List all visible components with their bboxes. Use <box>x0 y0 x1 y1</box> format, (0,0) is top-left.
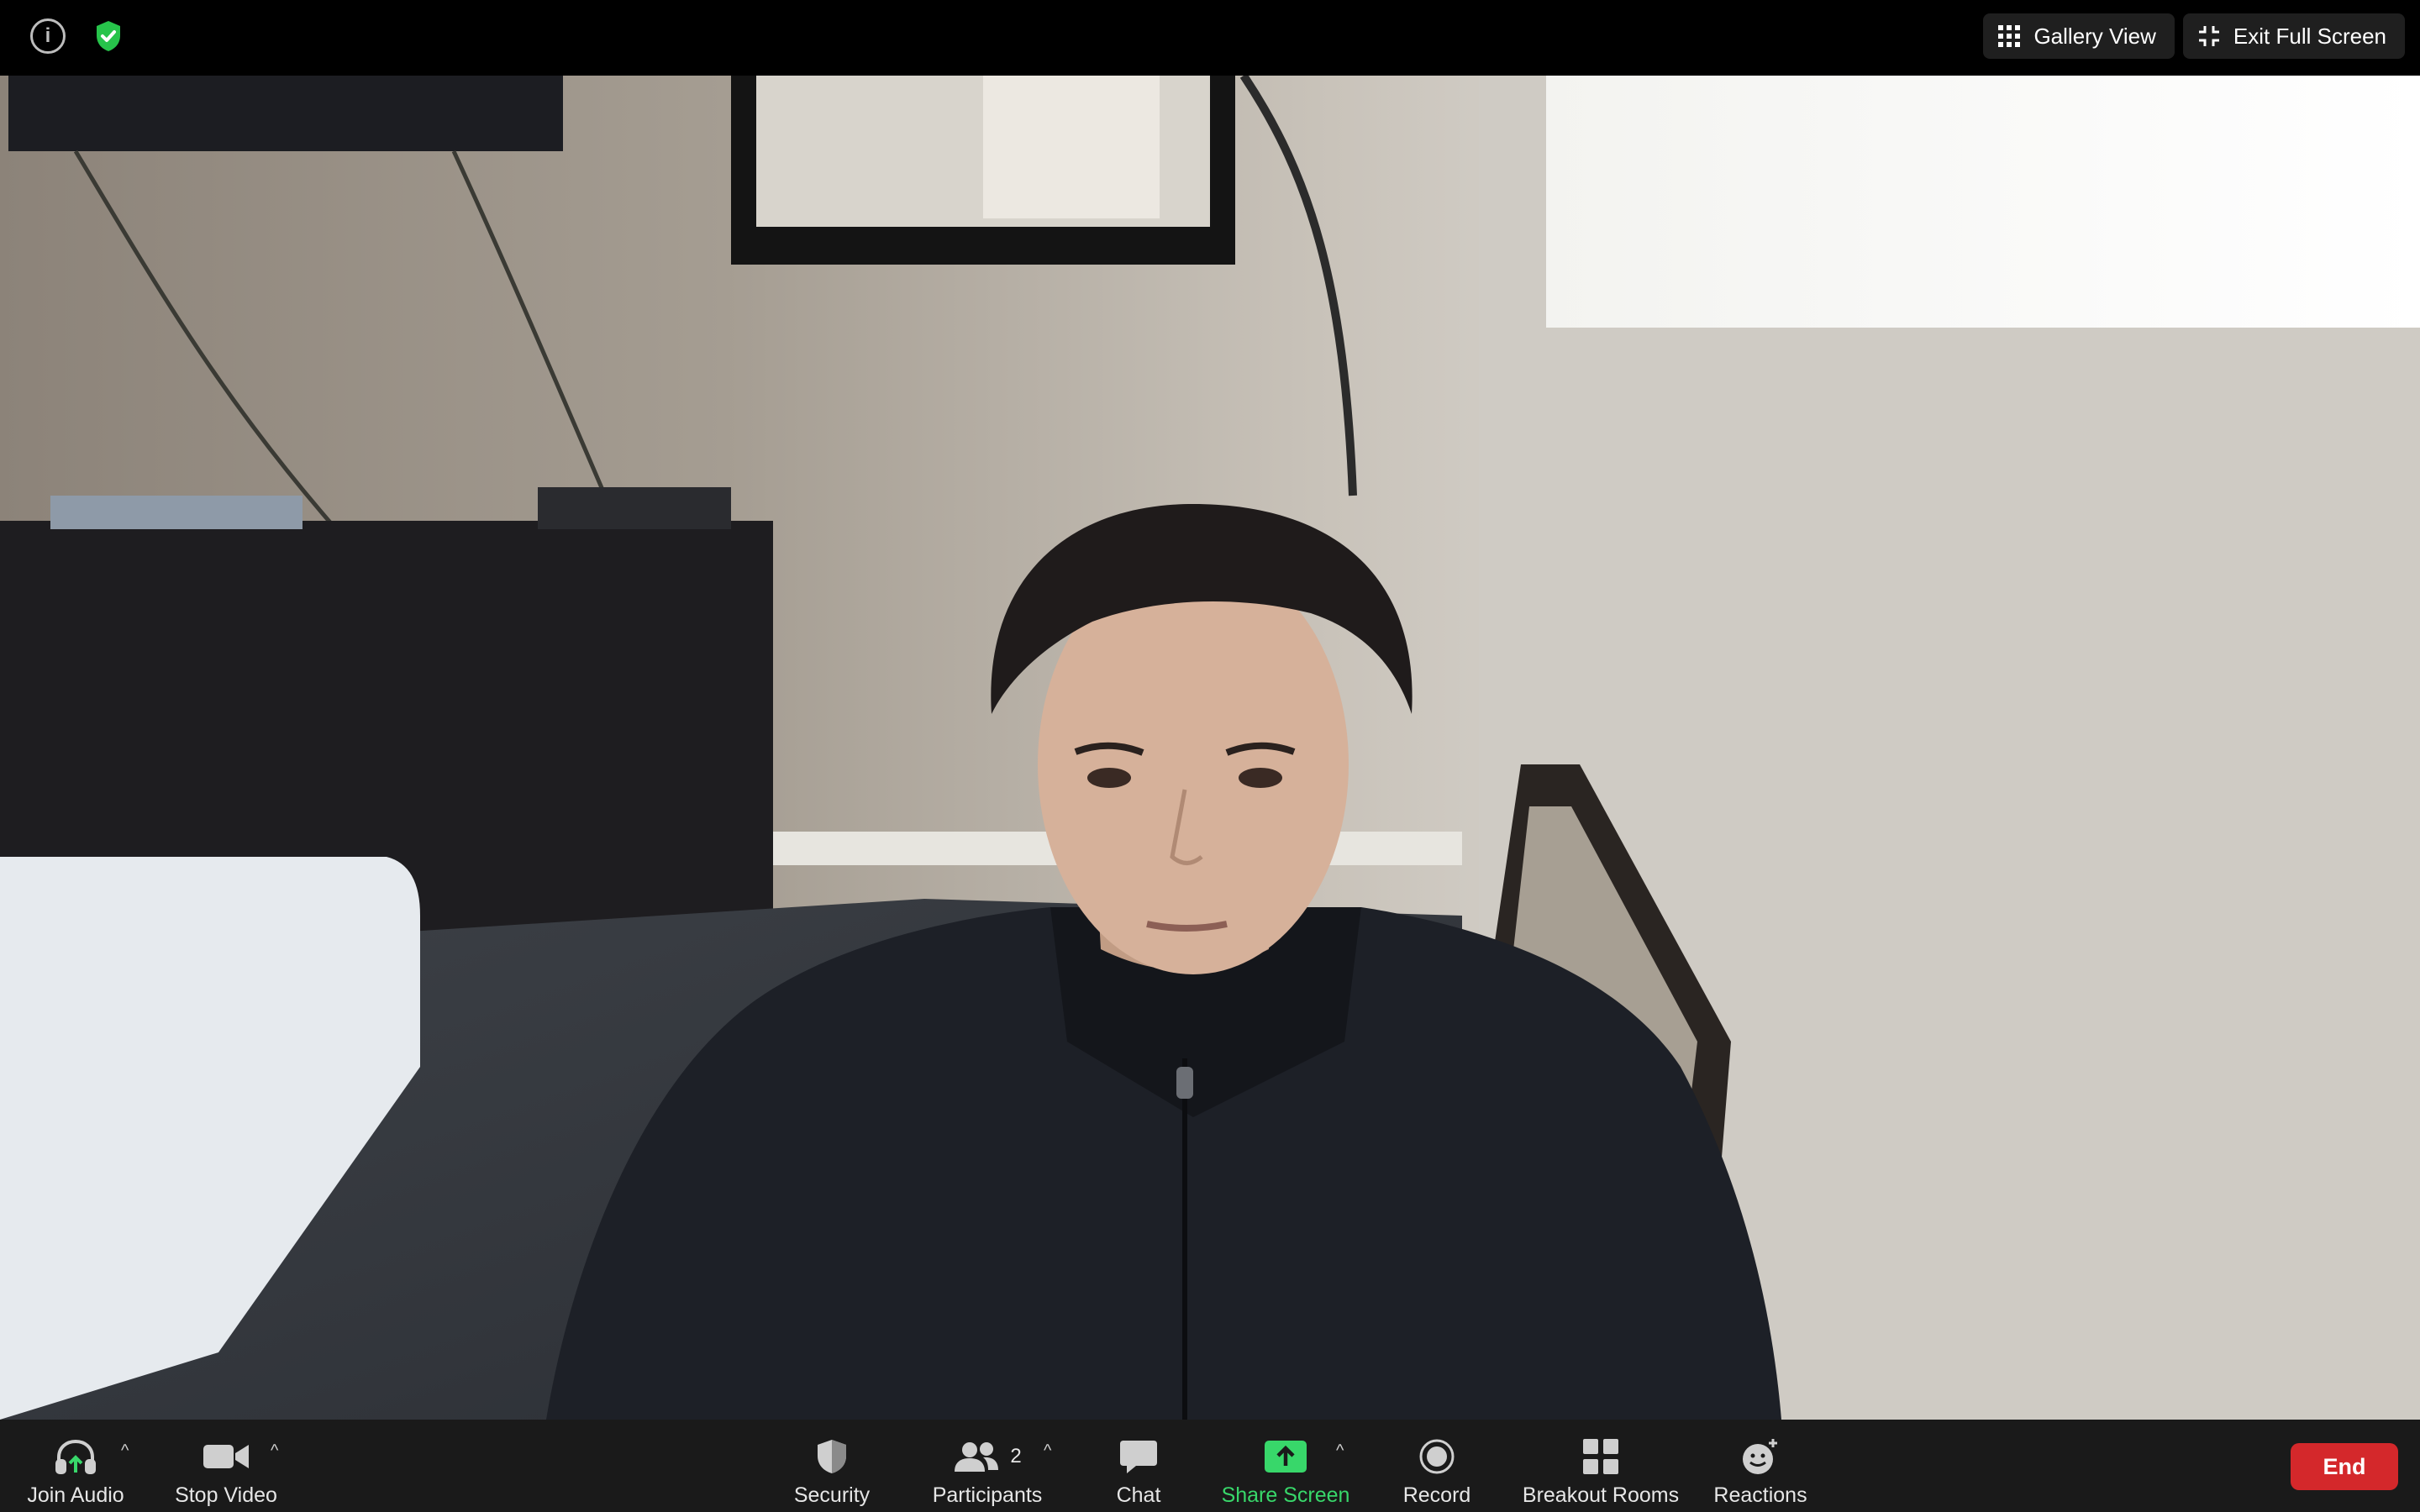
chat-button[interactable]: Chat <box>1092 1420 1185 1512</box>
headphones-icon <box>55 1435 97 1478</box>
security-label: Security <box>793 1483 871 1507</box>
participants-options-caret[interactable]: ^ <box>1044 1441 1051 1461</box>
security-button[interactable]: Security <box>781 1420 882 1512</box>
chat-label: Chat <box>1116 1483 1161 1507</box>
top-right-controls: Gallery View Exit Full Screen <box>1983 13 2405 59</box>
join-audio-label: Join Audio <box>27 1483 124 1507</box>
reactions-button[interactable]: Reactions <box>1710 1420 1811 1512</box>
record-button[interactable]: Record <box>1395 1420 1479 1512</box>
participants-label: Participants <box>932 1483 1043 1507</box>
video-options-caret[interactable]: ^ <box>271 1441 278 1461</box>
participants-icon: 2 <box>953 1435 1022 1478</box>
share-screen-icon <box>1265 1435 1307 1478</box>
gallery-view-button[interactable]: Gallery View <box>1983 13 2175 59</box>
breakout-rooms-button[interactable]: Breakout Rooms <box>1521 1420 1681 1512</box>
chat-bubble-icon <box>1119 1435 1158 1478</box>
exit-fullscreen-icon <box>2198 25 2220 47</box>
exit-full-screen-label: Exit Full Screen <box>2233 23 2386 49</box>
join-audio-button[interactable]: Join Audio <box>25 1420 126 1512</box>
window-light <box>1546 76 2420 328</box>
participant-count: 2 <box>1010 1445 1022 1467</box>
security-shield-icon <box>815 1435 849 1478</box>
info-icon[interactable]: i <box>30 18 66 54</box>
breakout-rooms-label: Breakout Rooms <box>1522 1483 1680 1507</box>
participants-button[interactable]: 2 Participants <box>924 1420 1050 1512</box>
reactions-label: Reactions <box>1713 1483 1807 1507</box>
meeting-top-bar: i Gallery View Exit Full Screen <box>0 0 2420 76</box>
share-screen-button[interactable]: Share Screen <box>1218 1420 1353 1512</box>
end-meeting-button[interactable]: End <box>2291 1443 2398 1490</box>
video-camera-icon <box>203 1435 249 1478</box>
top-left-icons: i <box>30 18 126 54</box>
share-options-caret[interactable]: ^ <box>1336 1441 1344 1461</box>
gallery-view-label: Gallery View <box>2033 23 2156 49</box>
reactions-smiley-icon <box>1741 1435 1780 1478</box>
video-scene <box>0 76 2420 1420</box>
record-label: Record <box>1402 1483 1471 1507</box>
share-screen-label: Share Screen <box>1221 1483 1350 1507</box>
shield-check-icon[interactable] <box>91 18 126 54</box>
grid-icon <box>1998 25 2021 47</box>
exit-full-screen-button[interactable]: Exit Full Screen <box>2182 13 2405 59</box>
meeting-toolbar: Join Audio ^ Stop Video ^ Security 2 Par… <box>0 1420 2420 1512</box>
participant-video-feed <box>0 76 2420 1420</box>
stop-video-button[interactable]: Stop Video <box>171 1420 281 1512</box>
breakout-rooms-icon <box>1583 1435 1618 1478</box>
record-icon <box>1419 1435 1455 1478</box>
audio-options-caret[interactable]: ^ <box>121 1441 129 1461</box>
stop-video-label: Stop Video <box>175 1483 277 1507</box>
